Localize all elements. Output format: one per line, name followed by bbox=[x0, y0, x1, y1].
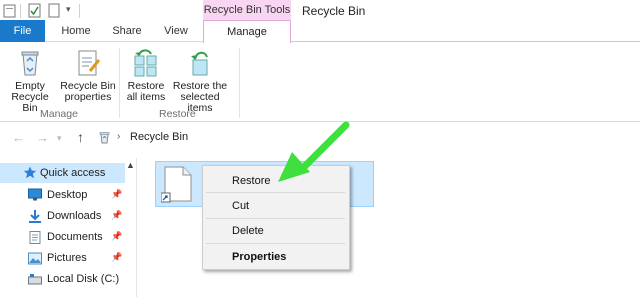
empty-recycle-bin-button[interactable]: Empty Recycle Bin bbox=[5, 48, 55, 114]
drive-icon bbox=[28, 274, 42, 285]
new-folder-icon[interactable] bbox=[48, 3, 61, 18]
sidebar-item-pictures[interactable]: Pictures bbox=[47, 249, 87, 267]
group-separator bbox=[119, 48, 120, 118]
group-label-manage: Manage bbox=[40, 108, 78, 120]
qat-separator bbox=[79, 4, 80, 18]
qat-customize-icon[interactable]: ▾ bbox=[66, 4, 71, 15]
sidebar-item-desktop[interactable]: Desktop bbox=[47, 186, 87, 204]
menu-separator bbox=[206, 243, 345, 244]
pin-icon[interactable]: 📌 bbox=[111, 189, 122, 200]
contextual-tab-underline bbox=[291, 41, 640, 42]
window-title: Recycle Bin bbox=[302, 4, 366, 18]
recycle-bin-properties-button[interactable]: Recycle Bin properties bbox=[60, 48, 116, 103]
pin-icon[interactable]: 📌 bbox=[111, 210, 122, 221]
recycle-bin-icon bbox=[21, 51, 39, 76]
contextual-tab-group-label: Recycle Bin Tools bbox=[203, 0, 291, 20]
bin-properties-icon bbox=[78, 50, 101, 76]
restore-all-icon bbox=[134, 49, 157, 77]
back-arrow-icon[interactable]: ← bbox=[12, 130, 25, 145]
star-icon bbox=[23, 166, 37, 179]
recycle-bin-icon bbox=[99, 132, 110, 144]
file-icon bbox=[161, 166, 192, 203]
restore-all-items-label: Restore all items bbox=[126, 80, 166, 103]
recycle-bin-properties-label: Recycle Bin properties bbox=[60, 80, 116, 103]
tab-file[interactable]: File bbox=[0, 20, 45, 42]
tab-view[interactable]: View bbox=[155, 20, 197, 42]
documents-icon bbox=[29, 231, 41, 244]
sidebar-item-downloads[interactable]: Downloads bbox=[47, 207, 101, 225]
group-separator bbox=[239, 48, 240, 118]
recent-locations-icon[interactable]: ▾ bbox=[57, 133, 62, 144]
up-arrow-icon[interactable]: ↑ bbox=[77, 129, 84, 145]
pin-icon[interactable]: 📌 bbox=[111, 252, 122, 263]
breadcrumb-chevron-icon[interactable]: › bbox=[117, 131, 120, 142]
restore-all-items-button[interactable]: Restore all items bbox=[124, 48, 168, 103]
menu-item-restore[interactable]: Restore bbox=[232, 175, 271, 187]
menu-separator bbox=[206, 218, 345, 219]
downloads-icon bbox=[29, 210, 41, 223]
menu-item-cut[interactable]: Cut bbox=[232, 200, 249, 212]
sidebar-item-local-disk[interactable]: Local Disk (C:) bbox=[47, 270, 119, 288]
menu-item-delete[interactable]: Delete bbox=[232, 225, 264, 237]
sidebar-item-documents[interactable]: Documents bbox=[47, 228, 103, 246]
tab-manage[interactable]: Manage bbox=[203, 20, 291, 43]
forward-arrow-icon[interactable]: → bbox=[36, 130, 49, 145]
pictures-icon bbox=[28, 252, 42, 265]
restore-selected-items-button[interactable]: Restore the selected items bbox=[167, 48, 233, 114]
desktop-icon bbox=[28, 188, 42, 201]
restore-selected-icon bbox=[191, 51, 208, 76]
folder-icon[interactable] bbox=[3, 3, 16, 18]
properties-icon[interactable] bbox=[28, 3, 41, 18]
group-label-restore: Restore bbox=[159, 108, 196, 120]
scroll-up-icon[interactable]: ▲ bbox=[126, 160, 135, 170]
annotation-arrow bbox=[278, 121, 350, 182]
menu-separator bbox=[206, 192, 345, 193]
pin-icon[interactable]: 📌 bbox=[111, 231, 122, 242]
tab-share[interactable]: Share bbox=[106, 20, 148, 42]
menu-item-properties[interactable]: Properties bbox=[232, 251, 286, 263]
sidebar-item-quick-access[interactable]: Quick access bbox=[40, 164, 105, 182]
breadcrumb[interactable]: Recycle Bin bbox=[130, 131, 188, 143]
tab-home[interactable]: Home bbox=[55, 20, 97, 42]
qat-separator bbox=[20, 4, 21, 18]
